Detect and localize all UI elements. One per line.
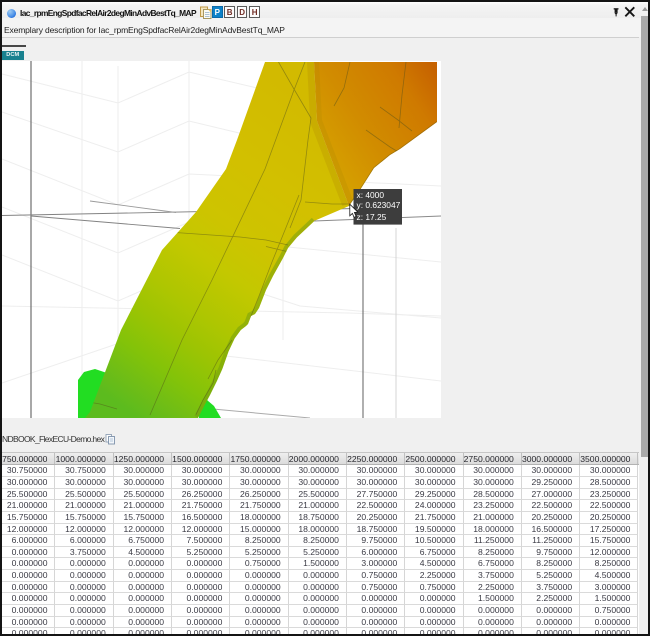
svg-text:z: 17.25: z: 17.25 xyxy=(357,212,387,222)
svg-text:y: 0.623047: y: 0.623047 xyxy=(357,200,401,210)
svg-text:x: 4000: x: 4000 xyxy=(357,190,385,200)
